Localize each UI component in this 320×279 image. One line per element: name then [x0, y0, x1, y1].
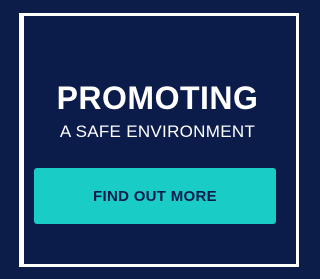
find-out-more-button[interactable]: FIND OUT MORE: [34, 168, 276, 224]
banner-subheadline: A SAFE ENVIRONMENT: [59, 122, 256, 141]
banner-border-right: [296, 13, 299, 267]
banner-border-bottom: [19, 264, 299, 267]
banner-headline: PROMOTING: [56, 80, 259, 116]
